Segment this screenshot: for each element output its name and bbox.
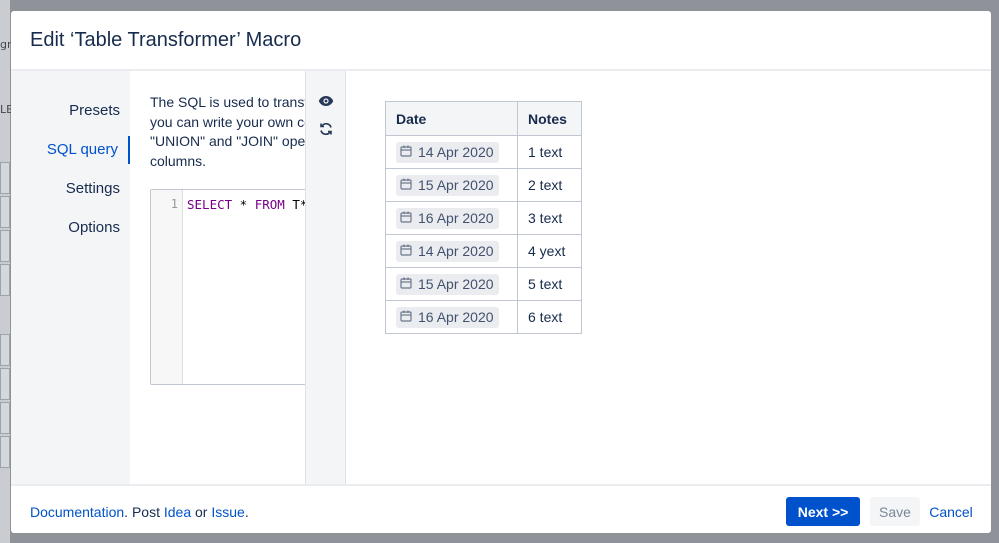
nav-item-presets[interactable]: Presets xyxy=(69,97,120,125)
sql-keyword: FROM xyxy=(254,197,285,212)
date-cell: 14 Apr 2020 xyxy=(385,135,518,169)
sql-code[interactable]: SELECT * FROM T* xyxy=(187,197,305,212)
sql-description-line: columns. xyxy=(150,152,207,169)
notes-cell: 2 text xyxy=(517,168,582,202)
macro-dialog: Edit ‘Table Transformer’ Macro Presets S… xyxy=(11,11,991,533)
date-cell: 16 Apr 2020 xyxy=(385,300,518,334)
footer-text: . xyxy=(244,504,249,520)
notes-cell: 5 text xyxy=(517,267,582,301)
dialog-title: Edit ‘Table Transformer’ Macro xyxy=(30,28,302,51)
table-row: 14 Apr 2020 1 text xyxy=(385,135,582,169)
background-cell xyxy=(0,436,10,468)
eye-icon[interactable] xyxy=(316,91,336,111)
notes-cell: 4 yext xyxy=(517,234,582,268)
background-cell xyxy=(0,264,10,296)
date-cell: 15 Apr 2020 xyxy=(385,168,518,202)
editor-gutter: 1 xyxy=(151,190,183,384)
background-cell xyxy=(0,230,10,262)
table-row: 15 Apr 2020 2 text xyxy=(385,168,582,202)
background-cell xyxy=(0,402,10,434)
documentation-link[interactable]: Documentation xyxy=(30,504,124,520)
calendar-icon xyxy=(400,177,412,193)
calendar-icon xyxy=(400,276,412,292)
sql-keyword: SELECT xyxy=(187,197,233,212)
table-row: 16 Apr 2020 3 text xyxy=(385,201,582,235)
sql-panel: The SQL is used to transfo you can write… xyxy=(130,71,305,486)
line-number: 1 xyxy=(170,197,178,211)
sql-description-line: The SQL is used to transfo xyxy=(150,94,305,110)
calendar-icon xyxy=(400,144,412,160)
sql-description: The SQL is used to transfo you can write… xyxy=(150,93,305,171)
next-button[interactable]: Next >> xyxy=(786,497,860,526)
column-header-date[interactable]: Date xyxy=(385,101,518,136)
background-cell xyxy=(0,196,10,228)
preview-toolbar xyxy=(305,71,346,486)
background-cell xyxy=(0,334,10,366)
nav-item-settings[interactable]: Settings xyxy=(66,175,120,203)
date-lozenge[interactable]: 15 Apr 2020 xyxy=(396,174,499,196)
date-value: 15 Apr 2020 xyxy=(418,276,494,292)
footer-text: or xyxy=(191,504,212,520)
table-row: 15 Apr 2020 5 text xyxy=(385,267,582,301)
date-cell: 15 Apr 2020 xyxy=(385,267,518,301)
column-header-notes[interactable]: Notes xyxy=(517,101,582,136)
date-lozenge[interactable]: 14 Apr 2020 xyxy=(396,240,499,262)
date-value: 14 Apr 2020 xyxy=(418,243,494,259)
save-button[interactable]: Save xyxy=(870,497,920,526)
notes-cell: 1 text xyxy=(517,135,582,169)
date-cell: 14 Apr 2020 xyxy=(385,234,518,268)
dialog-footer: Documentation. Post Idea or Issue. Next … xyxy=(11,484,991,533)
calendar-icon xyxy=(400,210,412,226)
date-cell: 16 Apr 2020 xyxy=(385,201,518,235)
table-row: 14 Apr 2020 4 yext xyxy=(385,234,582,268)
table-row: 16 Apr 2020 6 text xyxy=(385,300,582,334)
calendar-icon xyxy=(400,309,412,325)
notes-cell: 3 text xyxy=(517,201,582,235)
table-header-row: Date Notes xyxy=(385,101,582,136)
sql-code-text: * xyxy=(232,197,255,212)
side-nav: Presets SQL query Settings Options xyxy=(11,71,130,486)
background-cell xyxy=(0,162,10,194)
sql-description-line: you can write your own co xyxy=(150,113,305,130)
footer-text: . Post xyxy=(124,504,164,520)
preview-area: Date Notes 14 Apr 2020 1 text 15 Apr 2020 2… xyxy=(346,71,991,486)
idea-link[interactable]: Idea xyxy=(164,504,191,520)
date-value: 14 Apr 2020 xyxy=(418,144,494,160)
nav-item-sql-query[interactable]: SQL query xyxy=(47,136,130,164)
issue-link[interactable]: Issue xyxy=(211,504,244,520)
sql-code-text: T* xyxy=(292,197,305,212)
notes-cell: 6 text xyxy=(517,300,582,334)
nav-item-options[interactable]: Options xyxy=(68,214,120,242)
date-lozenge[interactable]: 16 Apr 2020 xyxy=(396,306,499,328)
sql-editor[interactable]: 1 SELECT * FROM T* xyxy=(150,189,305,385)
sql-description-line: "UNION" and "JOIN" oper xyxy=(150,133,305,149)
dialog-header: Edit ‘Table Transformer’ Macro xyxy=(11,11,991,71)
background-text-fragment: gr xyxy=(0,38,12,51)
date-lozenge[interactable]: 16 Apr 2020 xyxy=(396,207,499,229)
date-value: 16 Apr 2020 xyxy=(418,309,494,325)
dialog-body: Presets SQL query Settings Options The S… xyxy=(11,71,991,486)
date-value: 16 Apr 2020 xyxy=(418,210,494,226)
date-lozenge[interactable]: 14 Apr 2020 xyxy=(396,141,499,163)
result-table: Date Notes 14 Apr 2020 1 text 15 Apr 2020 2… xyxy=(385,101,582,334)
cancel-button[interactable]: Cancel xyxy=(926,497,976,526)
background-cell xyxy=(0,368,10,400)
date-value: 15 Apr 2020 xyxy=(418,177,494,193)
date-lozenge[interactable]: 15 Apr 2020 xyxy=(396,273,499,295)
footer-links: Documentation. Post Idea or Issue. xyxy=(30,504,249,520)
refresh-icon[interactable] xyxy=(316,119,336,139)
calendar-icon xyxy=(400,243,412,259)
